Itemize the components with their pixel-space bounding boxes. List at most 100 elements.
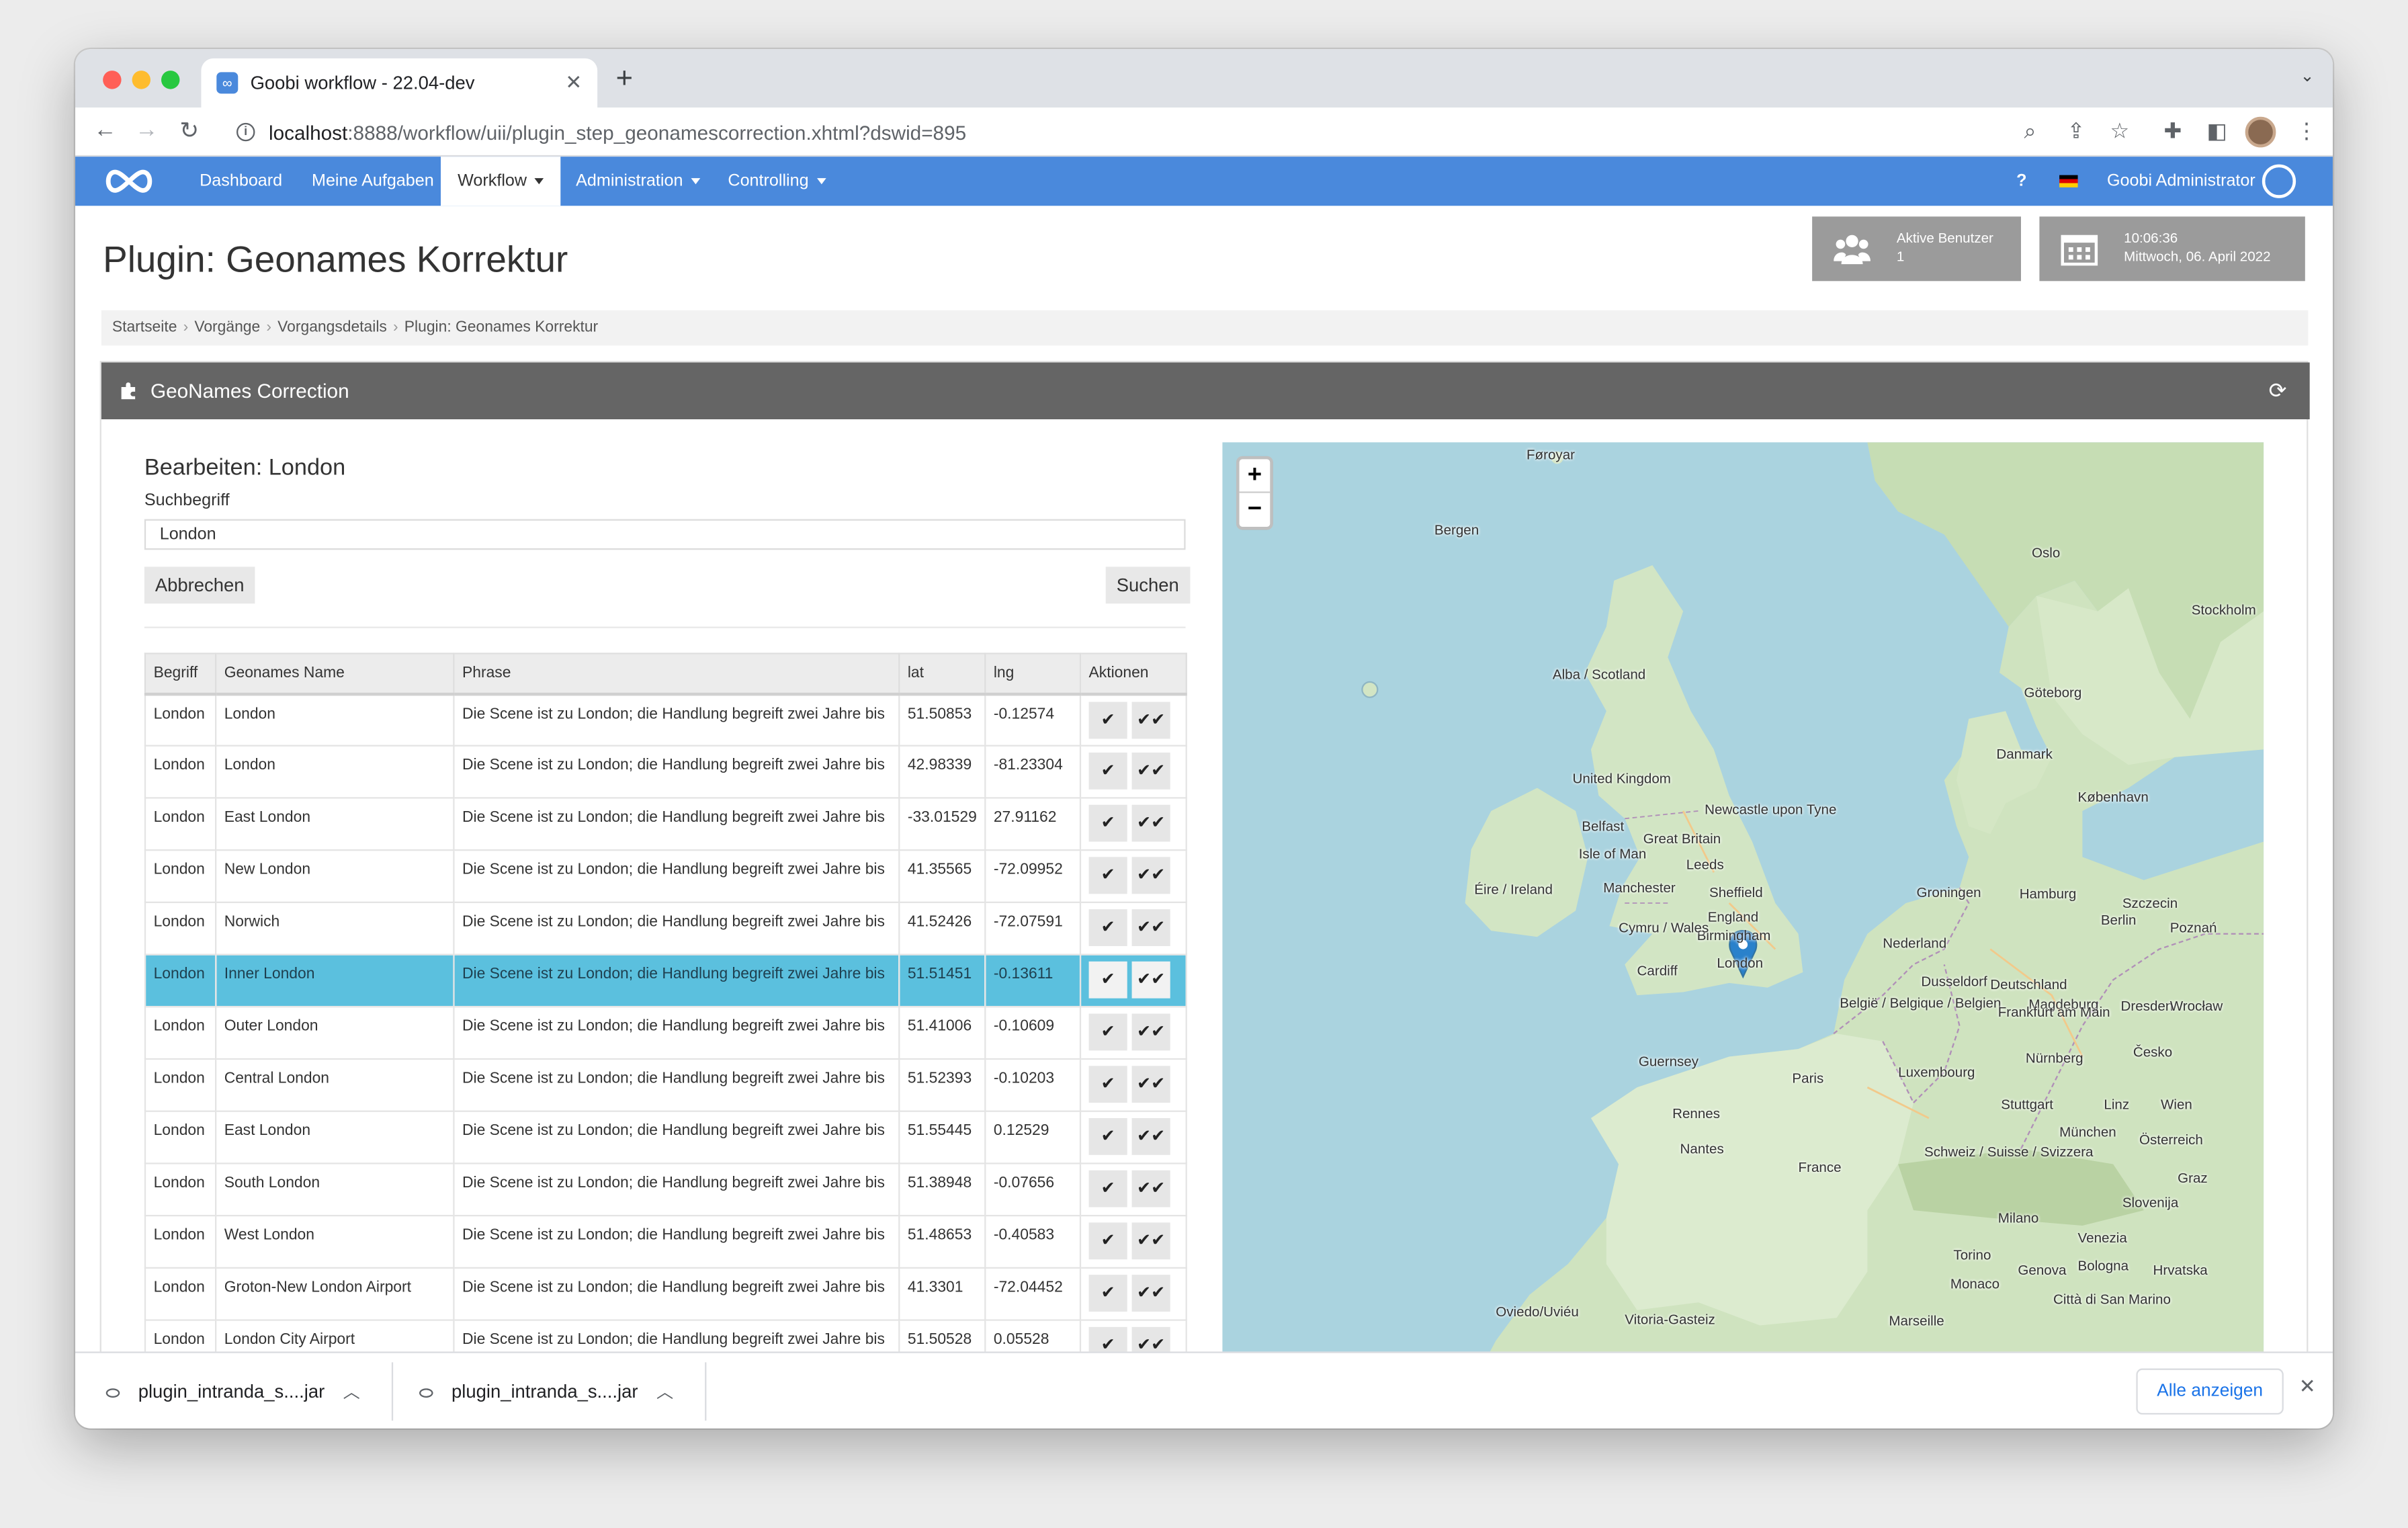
new-tab-button[interactable]: +	[616, 63, 633, 97]
apply-single-button[interactable]: ✔	[1088, 804, 1127, 842]
cell-phrase: Die Scene ist zu London; die Handlung be…	[453, 1006, 900, 1060]
site-info-icon[interactable]: i	[236, 122, 255, 142]
apply-single-button[interactable]: ✔	[1088, 1170, 1127, 1207]
user-avatar-icon[interactable]	[2262, 164, 2296, 198]
table-row[interactable]: London Central London Die Scene ist zu Lon…	[144, 1058, 1187, 1112]
chevron-up-icon[interactable]: ︿	[343, 1384, 360, 1402]
nav-administration[interactable]: Administration	[559, 157, 717, 206]
nav-dashboard[interactable]: Dashboard	[183, 157, 299, 206]
table-row[interactable]: London Outer London Die Scene ist zu Londo…	[144, 1006, 1187, 1060]
apply-all-button[interactable]: ✔✔	[1131, 857, 1170, 894]
apply-all-button[interactable]: ✔✔	[1131, 961, 1170, 999]
url-field[interactable]: i localhost:8888/workflow/uii/plugin_ste…	[221, 114, 2125, 151]
zoom-icon[interactable]: ⌕	[2024, 118, 2036, 144]
goobi-logo-icon[interactable]	[101, 166, 157, 197]
apply-single-button[interactable]: ✔	[1088, 857, 1127, 894]
apply-all-button[interactable]: ✔✔	[1131, 1170, 1170, 1207]
apply-single-button[interactable]: ✔	[1088, 1117, 1127, 1155]
cell-begriff: London	[144, 1214, 217, 1269]
cell-begriff: London	[144, 1110, 217, 1164]
zoom-out-button[interactable]: −	[1240, 493, 1271, 527]
apply-all-button[interactable]: ✔✔	[1131, 1066, 1170, 1103]
tab-search-chevron-icon[interactable]: ⌄	[2300, 66, 2314, 86]
table-row[interactable]: London West London Die Scene ist zu London…	[144, 1214, 1187, 1269]
cell-actions: ✔ ✔✔	[1079, 745, 1187, 799]
map-place-label: Nürnberg	[2025, 1050, 2083, 1066]
german-flag-icon[interactable]	[2059, 175, 2078, 187]
nav-meine-aufgaben[interactable]: Meine Aufgaben	[295, 157, 451, 206]
browser-tab[interactable]: ∞ Goobi workflow - 22.04-dev ✕	[201, 58, 598, 108]
help-button[interactable]: ?	[2016, 157, 2026, 206]
apply-single-button[interactable]: ✔	[1088, 1013, 1127, 1051]
window-minimize-button[interactable]	[132, 71, 150, 89]
browser-menu-icon[interactable]: ⋮	[2296, 118, 2317, 144]
extensions-puzzle-icon[interactable]: ✚	[2164, 118, 2182, 144]
apply-all-button[interactable]: ✔✔	[1131, 1117, 1170, 1155]
cancel-button[interactable]: Abbrechen	[144, 566, 255, 604]
breadcrumb-vorgangsdetails[interactable]: Vorgangsdetails	[277, 319, 387, 336]
bookmark-star-icon[interactable]: ☆	[2110, 118, 2130, 144]
forward-icon[interactable]: →	[135, 117, 158, 143]
cell-lat: 41.52426	[898, 901, 986, 956]
apply-single-button[interactable]: ✔	[1088, 701, 1127, 738]
cell-phrase: Die Scene ist zu London; die Handlung be…	[453, 692, 900, 747]
apply-single-button[interactable]: ✔	[1088, 752, 1127, 790]
table-header-row: Begriff Geonames Name Phrase lat lng Akt…	[144, 652, 1187, 695]
address-bar: ← → ↻ i localhost:8888/workflow/uii/plug…	[75, 107, 2333, 157]
apply-single-button[interactable]: ✔	[1088, 961, 1127, 999]
map-place-label: Wien	[2160, 1096, 2192, 1112]
map-place-label: Isle of Man	[1578, 846, 1647, 862]
map-view[interactable]: Føroyar Bergen Oslo Stockholm Göteborg Alba /…	[1222, 442, 2264, 1364]
window-close-button[interactable]	[103, 71, 122, 89]
window-maximize-button[interactable]	[161, 71, 180, 89]
chevron-up-icon[interactable]: ︿	[656, 1384, 673, 1402]
search-input[interactable]: London	[144, 519, 1186, 550]
table-row[interactable]: London London Die Scene ist zu London; die…	[144, 692, 1187, 747]
cell-lat: 41.35565	[898, 849, 986, 903]
table-row[interactable]: London Norwich Die Scene ist zu London; di…	[144, 901, 1187, 956]
apply-all-button[interactable]: ✔✔	[1131, 909, 1170, 946]
map-place-label: Wrocław	[2169, 998, 2223, 1014]
apply-all-button[interactable]: ✔✔	[1131, 701, 1170, 738]
apply-all-button[interactable]: ✔✔	[1131, 1222, 1170, 1260]
breadcrumb-vorgaenge[interactable]: Vorgänge	[194, 319, 260, 336]
breadcrumb-startseite[interactable]: Startseite	[112, 319, 177, 336]
apply-all-button[interactable]: ✔✔	[1131, 1013, 1170, 1051]
table-row[interactable]: London South London Die Scene ist zu Londo…	[144, 1162, 1187, 1217]
divider	[144, 626, 1186, 628]
refresh-icon[interactable]: ⟳	[2269, 362, 2287, 419]
table-row[interactable]: London London Die Scene ist zu London; die…	[144, 745, 1187, 799]
map-place-label: Belfast	[1582, 818, 1625, 835]
cell-geonames-name: West London	[214, 1214, 455, 1269]
close-downloads-icon[interactable]: ✕	[2299, 1375, 2316, 1400]
table-row[interactable]: London New London Die Scene ist zu London;…	[144, 849, 1187, 903]
download-item[interactable]: plugin_intranda_s....jar ︿	[105, 1353, 360, 1429]
apply-single-button[interactable]: ✔	[1088, 1066, 1127, 1103]
zoom-in-button[interactable]: +	[1239, 459, 1271, 493]
nav-workflow[interactable]: Workflow	[440, 157, 561, 206]
profile-avatar[interactable]	[2245, 116, 2276, 148]
download-item[interactable]: plugin_intranda_s....jar ︿	[419, 1353, 673, 1429]
table-row[interactable]: London Inner London Die Scene ist zu Londo…	[144, 953, 1187, 1008]
breadcrumb-separator: ›	[266, 319, 272, 337]
back-icon[interactable]: ←	[93, 117, 116, 143]
reload-icon[interactable]: ↻	[179, 117, 199, 144]
nav-controlling[interactable]: Controlling	[711, 157, 843, 206]
search-button[interactable]: Suchen	[1105, 566, 1190, 604]
map-place-label: Leeds	[1686, 857, 1724, 873]
apply-all-button[interactable]: ✔✔	[1131, 804, 1170, 842]
map-place-label: Bologna	[2077, 1257, 2129, 1273]
table-row[interactable]: London East London Die Scene ist zu London…	[144, 797, 1187, 851]
apply-all-button[interactable]: ✔✔	[1131, 1275, 1170, 1312]
apply-all-button[interactable]: ✔✔	[1131, 752, 1170, 790]
tab-close-icon[interactable]: ✕	[565, 71, 582, 95]
apply-single-button[interactable]: ✔	[1088, 1275, 1127, 1312]
apply-single-button[interactable]: ✔	[1088, 909, 1127, 946]
user-menu[interactable]: Goobi Administrator	[2107, 157, 2255, 206]
share-icon[interactable]: ⇪	[2067, 118, 2086, 144]
table-row[interactable]: London East London Die Scene ist zu London…	[144, 1110, 1187, 1164]
apply-single-button[interactable]: ✔	[1088, 1222, 1127, 1260]
show-all-downloads-button[interactable]: Alle anzeigen	[2136, 1368, 2284, 1415]
table-row[interactable]: London Groton-New London Airport Die Scene…	[144, 1267, 1187, 1321]
side-panel-icon[interactable]: ◧	[2207, 118, 2227, 144]
